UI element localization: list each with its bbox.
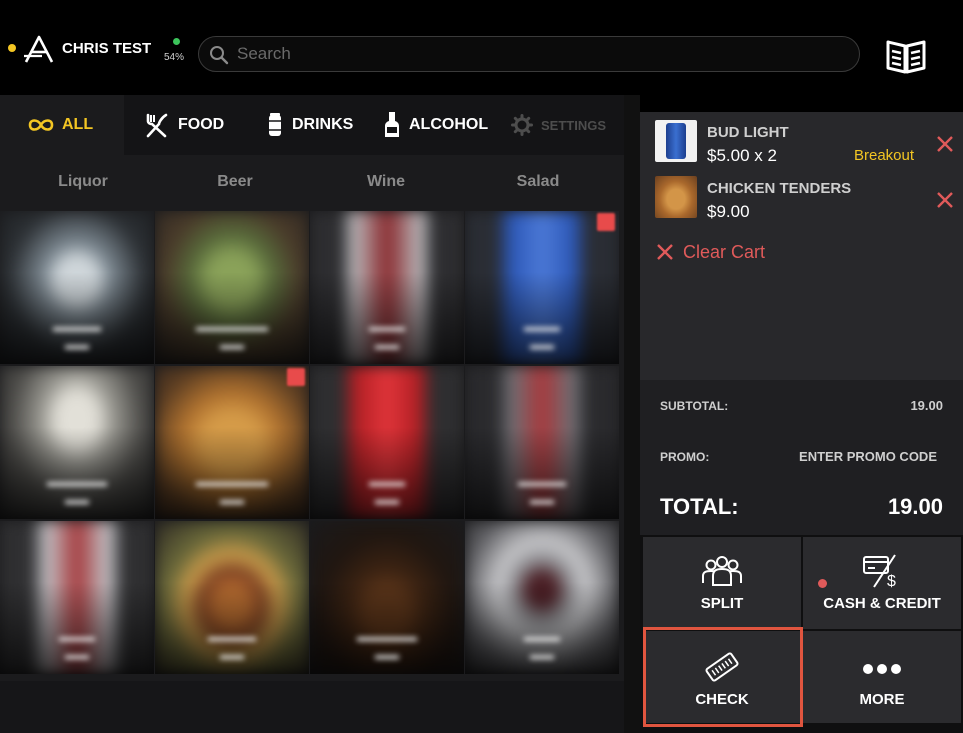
product-tile[interactable]: ▬▬▬▬ ▬▬ bbox=[155, 521, 309, 674]
status-dot bbox=[8, 44, 16, 52]
breakout-button[interactable]: Breakout bbox=[854, 147, 914, 164]
cash-credit-label: CASH & CREDIT bbox=[823, 595, 941, 612]
cart-panel: BUD LIGHT $5.00 x 2 Breakout CHICKEN TEN… bbox=[640, 112, 963, 733]
split-button[interactable]: SPLIT bbox=[643, 537, 801, 629]
totals-section: SUBTOTAL: 19.00 PROMO: ENTER PROMO CODE … bbox=[640, 380, 963, 535]
total-label: TOTAL: bbox=[660, 494, 739, 519]
tab-settings[interactable]: SETTINGS bbox=[511, 95, 606, 155]
can-icon bbox=[269, 113, 281, 136]
battery-percentage: 54% bbox=[164, 52, 185, 63]
product-tile[interactable]: ▬▬▬ ▬▬ bbox=[310, 366, 464, 519]
product-tile[interactable]: ▬▬▬▬▬▬ ▬▬ bbox=[155, 211, 309, 364]
product-badge bbox=[287, 368, 305, 386]
bud-light-thumbnail bbox=[655, 120, 697, 162]
total-row: TOTAL: 19.00 bbox=[660, 494, 943, 520]
category-tabs: ALL FOOD DRINKS ALCOHOL SETTINGS bbox=[0, 95, 640, 155]
book-menu-icon[interactable] bbox=[885, 36, 927, 76]
cart-item-name: CHICKEN TENDERS bbox=[707, 180, 852, 197]
cart-item-name: BUD LIGHT bbox=[707, 124, 789, 141]
enter-promo-code-button[interactable]: ENTER PROMO CODE bbox=[799, 449, 937, 464]
search-icon bbox=[210, 46, 229, 65]
tab-all-label: ALL bbox=[62, 116, 94, 133]
tab-food-label: FOOD bbox=[178, 116, 225, 133]
gear-icon bbox=[511, 114, 533, 136]
split-label: SPLIT bbox=[700, 595, 744, 612]
product-tile[interactable]: ▬▬▬▬ ▬▬ bbox=[0, 211, 154, 364]
infinity-icon bbox=[28, 119, 54, 131]
cash-credit-icon: $ bbox=[863, 554, 896, 589]
search-bar[interactable] bbox=[198, 36, 860, 72]
product-tile[interactable]: ▬▬▬ ▬▬ bbox=[465, 521, 619, 674]
check-label: CHECK bbox=[695, 691, 749, 708]
product-badge bbox=[597, 213, 615, 231]
app-logo-icon bbox=[24, 35, 54, 63]
top-bar: CHRIS TEST 54% bbox=[0, 0, 963, 95]
cash-credit-button[interactable]: $ CASH & CREDIT bbox=[803, 537, 961, 629]
fork-knife-icon bbox=[146, 113, 168, 138]
remove-item-icon[interactable] bbox=[935, 134, 955, 154]
subtab-liquor[interactable]: Liquor bbox=[7, 173, 159, 191]
clear-icon bbox=[657, 244, 673, 260]
total-value: 19.00 bbox=[887, 494, 943, 519]
product-tile[interactable]: ▬▬▬▬▬▬ ▬▬ bbox=[155, 366, 309, 519]
more-dots-icon bbox=[863, 664, 901, 674]
cart-item[interactable]: CHICKEN TENDERS $9.00 bbox=[655, 176, 955, 226]
bottle-icon bbox=[385, 112, 399, 137]
tab-alcohol[interactable]: ALCOHOL bbox=[383, 95, 488, 155]
check-icon bbox=[705, 652, 739, 682]
product-grid: ▬▬▬▬ ▬▬ ▬▬▬▬▬▬ ▬▬ ▬▬▬ ▬▬ ▬▬▬ ▬▬ ▬▬▬▬▬ ▬▬ ▬▬▬▬… bbox=[0, 211, 624, 681]
product-tile[interactable]: ▬▬▬ ▬▬ bbox=[0, 521, 154, 674]
product-tile[interactable]: ▬▬▬ ▬▬ bbox=[310, 211, 464, 364]
panel-divider bbox=[624, 95, 640, 733]
subtab-wine[interactable]: Wine bbox=[310, 173, 462, 191]
cart-item-price: $9.00 bbox=[707, 202, 750, 221]
cart-item[interactable]: BUD LIGHT $5.00 x 2 Breakout bbox=[655, 120, 955, 170]
promo-row: PROMO: ENTER PROMO CODE bbox=[660, 449, 943, 464]
product-tile[interactable]: ▬▬▬▬▬ ▬▬ bbox=[310, 521, 464, 674]
subtab-beer[interactable]: Beer bbox=[159, 173, 311, 191]
user-name[interactable]: CHRIS TEST bbox=[62, 40, 151, 57]
tab-alcohol-label: ALCOHOL bbox=[409, 116, 489, 133]
chicken-tenders-thumbnail bbox=[655, 176, 697, 218]
tab-drinks[interactable]: DRINKS bbox=[266, 95, 353, 155]
tab-food[interactable]: FOOD bbox=[144, 95, 224, 155]
subtotal-label: SUBTOTAL: bbox=[660, 398, 729, 413]
svg-text:$: $ bbox=[887, 573, 896, 589]
clear-cart-label: Clear Cart bbox=[683, 241, 766, 262]
subtotal-value: 19.00 bbox=[910, 398, 943, 413]
product-panel-footer bbox=[0, 681, 640, 733]
group-icon bbox=[702, 556, 742, 586]
payment-actions: SPLIT $ CASH & CREDIT CHECK MORE bbox=[640, 535, 963, 733]
remove-item-icon[interactable] bbox=[935, 190, 955, 210]
clear-cart-button[interactable]: Clear Cart bbox=[655, 240, 765, 264]
tab-all[interactable]: ALL bbox=[0, 95, 124, 155]
promo-label: PROMO: bbox=[660, 449, 710, 464]
cart-item-price: $5.00 x 2 bbox=[707, 146, 777, 165]
subtab-salad[interactable]: Salad bbox=[462, 173, 614, 191]
more-label: MORE bbox=[859, 691, 905, 708]
check-button[interactable]: CHECK bbox=[643, 631, 801, 723]
subcategory-tabs: Liquor Beer Wine Salad bbox=[0, 155, 624, 209]
tab-settings-label: SETTINGS bbox=[541, 117, 607, 133]
product-panel: ALL FOOD DRINKS ALCOHOL SETTINGS Liquor … bbox=[0, 95, 640, 733]
product-tile[interactable]: ▬▬▬▬▬ ▬▬ bbox=[0, 366, 154, 519]
notification-dot bbox=[818, 579, 827, 588]
product-tile[interactable]: ▬▬▬▬ ▬▬ bbox=[465, 366, 619, 519]
more-button[interactable]: MORE bbox=[803, 631, 961, 723]
subtotal-row: SUBTOTAL: 19.00 bbox=[660, 398, 943, 413]
product-tile[interactable]: ▬▬▬ ▬▬ bbox=[465, 211, 619, 364]
tab-drinks-label: DRINKS bbox=[292, 116, 354, 133]
search-input[interactable] bbox=[237, 37, 837, 71]
battery-indicator-dot bbox=[173, 38, 180, 45]
